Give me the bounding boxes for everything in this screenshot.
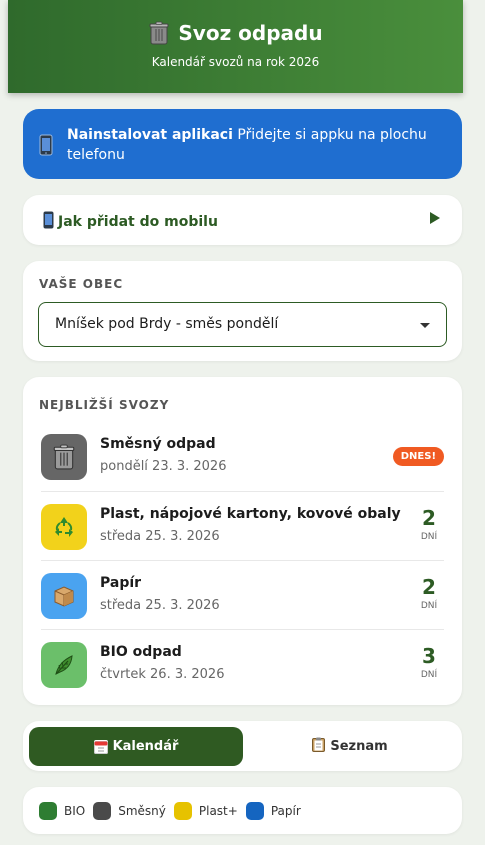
trash-bin-icon [41,434,87,480]
collection-row[interactable]: Směsný odpad pondělí 23. 3. 2026 DNES! [41,422,444,491]
install-app-title: Nainstalovat aplikaci [67,127,233,143]
legend-item-paper: Papír [245,802,301,820]
box-icon [41,573,87,619]
municipality-select-value: Mníšek pod Brdy - směs pondělí [55,316,279,332]
legend-swatch [173,802,192,820]
collection-row[interactable]: BIO odpad čtvrtek 26. 3. 2026 3 DNÍ [41,629,444,698]
days-remaining: 3 DNÍ [414,644,444,680]
chevron-down-icon [420,323,430,328]
today-badge: DNES! [392,447,444,466]
legend-card: BIO Směsný Plast+ Papír [23,787,462,834]
collection-date: středa 25. 3. 2026 [100,598,220,613]
tab-calendar[interactable]: Kalendář [29,727,243,766]
collection-name: Papír [100,575,142,591]
leaf-icon [41,642,87,688]
calendar-icon [93,739,108,754]
legend-item-plastic: Plast+ [173,802,238,820]
collection-row[interactable]: Plast, nápojové kartony, kovové obaly st… [41,491,444,560]
legend-label: BIO [64,804,86,818]
recycle-icon [41,504,87,550]
clipboard-icon [312,737,326,756]
municipality-card: VAŠE OBEC Mníšek pod Brdy - směs pondělí [23,261,462,361]
collection-date: čtvrtek 26. 3. 2026 [100,667,225,682]
legend-swatch [245,802,264,820]
expand-arrow-icon [430,212,440,224]
collection-row[interactable]: Papír středa 25. 3. 2026 2 DNÍ [41,560,444,629]
app-header: Svoz odpadu Kalendář svozů na rok 2026 [8,0,463,93]
phone-icon [39,134,53,156]
phone-icon [43,211,54,233]
app-title: Svoz odpadu [8,21,463,45]
days-unit: DNÍ [420,670,438,680]
howto-label: Jak přidat do mobilu [58,214,218,230]
legend-swatch [39,802,57,820]
tab-calendar-label: Kalendář [112,739,179,754]
collection-name: Směsný odpad [100,436,216,452]
howto-add-to-mobile[interactable]: Jak přidat do mobilu [23,195,462,245]
days-remaining: 2 DNÍ [414,506,444,542]
days-number: 3 [422,644,436,668]
collection-date: středa 25. 3. 2026 [100,529,220,544]
municipality-label: VAŠE OBEC [39,277,124,291]
collection-date: pondělí 23. 3. 2026 [100,459,227,474]
days-number: 2 [422,506,436,530]
upcoming-collections-card: NEJBLIŽŠÍ SVOZY Směsný odpad pondělí 23.… [23,377,462,705]
howto-label-wrap: Jak přidat do mobilu [43,211,218,233]
municipality-select[interactable]: Mníšek pod Brdy - směs pondělí [38,302,447,347]
tab-list-label: Seznam [330,739,388,754]
days-number: 2 [422,575,436,599]
days-unit: DNÍ [420,532,438,542]
collection-name: BIO odpad [100,644,182,660]
legend-label: Směsný [118,804,166,818]
trash-bin-icon [148,21,170,45]
legend-label: Plast+ [198,804,238,818]
legend-swatch [93,802,112,820]
app-title-text: Svoz odpadu [178,21,323,45]
view-toggle: Kalendář Seznam [23,721,462,771]
legend-items: BIO Směsný Plast+ Papír [39,802,301,820]
upcoming-collections-label: NEJBLIŽŠÍ SVOZY [39,398,170,412]
days-remaining: 2 DNÍ [414,575,444,611]
legend-item-bio: BIO [39,802,85,820]
days-unit: DNÍ [420,601,438,611]
install-app-banner[interactable]: Nainstalovat aplikaci Přidejte si appku … [23,109,462,179]
collection-name: Plast, nápojové kartony, kovové obaly [100,506,401,522]
app-subtitle: Kalendář svozů na rok 2026 [151,55,320,69]
legend-item-mixed: Směsný [93,802,166,820]
tab-list[interactable]: Seznam [243,727,457,766]
legend-label: Papír [270,804,301,818]
